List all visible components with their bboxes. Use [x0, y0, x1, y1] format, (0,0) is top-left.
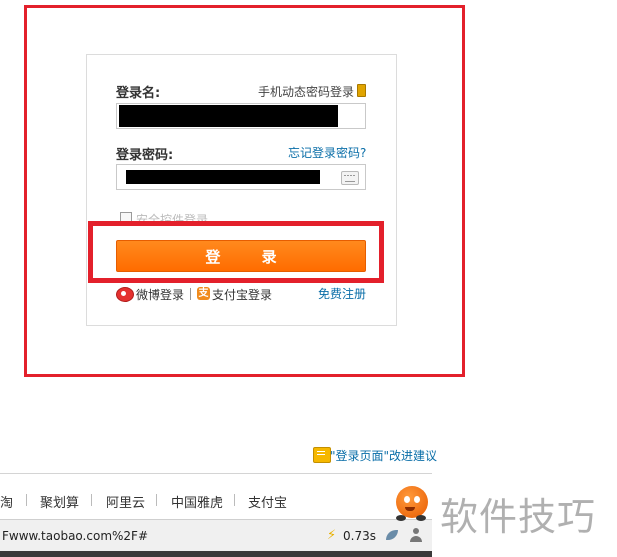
nav-separator [234, 494, 235, 506]
password-input[interactable] [116, 164, 366, 190]
nav-separator [26, 494, 27, 506]
phone-icon [357, 84, 366, 97]
redacted-username [119, 105, 338, 127]
password-label: 登录密码: [116, 148, 174, 163]
redacted-password [126, 170, 320, 184]
feedback-link[interactable]: "登录页面"改进建议 [330, 447, 437, 464]
load-time: 0.73s [343, 529, 376, 543]
browser-status-bar: Fwww.taobao.com%2F# ⚡ 0.73s [0, 519, 432, 552]
mascot-icon [388, 482, 432, 526]
feedback-icon [313, 447, 331, 463]
status-url: Fwww.taobao.com%2F# [2, 529, 148, 543]
weibo-icon [116, 287, 134, 302]
lightning-icon: ⚡ [327, 528, 337, 543]
nav-item-aliyun[interactable]: 阿里云 [106, 492, 145, 511]
user-icon[interactable] [410, 528, 422, 542]
annotation-frame-button [88, 221, 384, 283]
leaf-icon[interactable] [386, 530, 398, 540]
alipay-login-link[interactable]: 支付宝登录 [212, 286, 272, 303]
phone-login-link[interactable]: 手机动态密码登录 [258, 83, 354, 100]
watermark-text: 软件技巧 [440, 495, 597, 539]
site-nav: 淘 聚划算 阿里云 中国雅虎 支付宝 [0, 473, 432, 520]
nav-item-juhuasuan[interactable]: 聚划算 [40, 492, 79, 511]
nav-item-taobao[interactable]: 淘 [0, 492, 13, 511]
username-label: 登录名: [116, 86, 161, 101]
nav-separator [156, 494, 157, 506]
forgot-password-link[interactable]: 忘记登录密码? [288, 144, 366, 161]
weibo-login-link[interactable]: 微博登录 [136, 286, 184, 303]
alipay-icon: 支 [197, 287, 210, 300]
separator [190, 288, 191, 300]
nav-separator [91, 494, 92, 506]
keyboard-icon[interactable] [341, 171, 359, 185]
nav-item-alipay[interactable]: 支付宝 [248, 492, 287, 511]
taskbar-strip [0, 551, 432, 557]
username-input[interactable] [116, 103, 366, 129]
register-link[interactable]: 免费注册 [318, 285, 366, 302]
nav-item-yahoo[interactable]: 中国雅虎 [171, 492, 223, 511]
